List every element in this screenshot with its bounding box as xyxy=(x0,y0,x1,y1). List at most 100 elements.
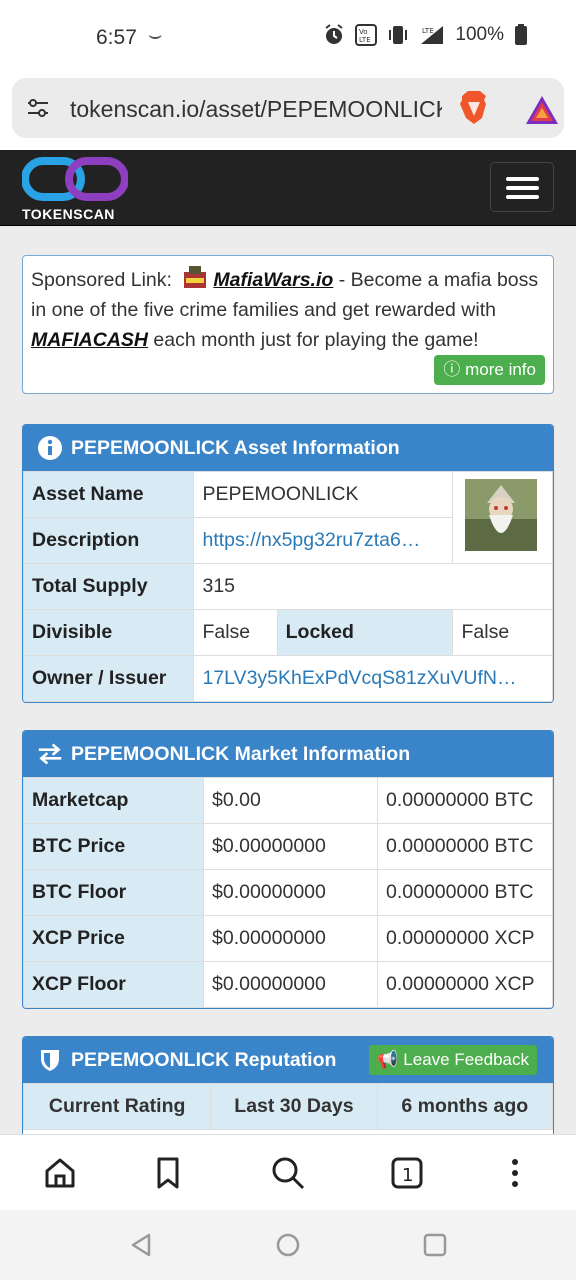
table-row: Divisible False Locked False xyxy=(23,609,553,656)
asset-name-label: Asset Name xyxy=(23,471,195,518)
btc-floor-label: BTC Floor xyxy=(23,869,204,916)
xcp-price-native: 0.00000000 XCP xyxy=(377,915,553,962)
sponsored-link-box: Sponsored Link: MafiaWars.io - Become a … xyxy=(22,255,554,394)
reputation-header: PEPEMOONLICK Reputation 📢 Leave Feedback xyxy=(23,1037,553,1083)
exchange-arrows-icon xyxy=(38,743,62,765)
table-row: Total Supply 315 xyxy=(23,563,553,610)
battery-percent: 100% xyxy=(455,24,504,45)
six-months-ago-header: 6 months ago xyxy=(376,1083,553,1130)
table-row: Current Rating Last 30 Days 6 months ago xyxy=(23,1083,553,1130)
asset-thumbnail[interactable] xyxy=(465,478,538,551)
vibrate-icon xyxy=(389,26,408,44)
back-icon[interactable] xyxy=(128,1232,154,1258)
url-text[interactable]: tokenscan.io/asset/PEPEMOONLICK xyxy=(70,96,442,123)
market-info-title: PEPEMOONLICK Market Information xyxy=(71,742,411,765)
asset-name-value: PEPEMOONLICK xyxy=(193,471,454,518)
market-info-panel: PEPEMOONLICK Market Information Marketca… xyxy=(22,730,554,1009)
xcp-floor-usd: $0.00000000 xyxy=(203,961,378,1008)
more-options-icon[interactable] xyxy=(497,1155,533,1191)
asset-image-cell xyxy=(452,471,553,564)
table-row: XCP Floor $0.00000000 0.00000000 XCP xyxy=(23,961,553,1008)
bookmark-icon[interactable] xyxy=(150,1155,186,1191)
leave-feedback-button[interactable]: 📢 Leave Feedback xyxy=(369,1045,537,1075)
address-bar[interactable]: tokenscan.io/asset/PEPEMOONLICK xyxy=(12,78,564,138)
svg-text:LTE: LTE xyxy=(359,36,371,44)
owner-label: Owner / Issuer xyxy=(23,655,195,702)
brave-rewards-icon[interactable] xyxy=(524,94,560,126)
table-row: XCP Price $0.00000000 0.00000000 XCP xyxy=(23,915,553,962)
menu-bar-icon xyxy=(506,195,539,199)
mafiawars-link[interactable]: MafiaWars.io xyxy=(213,269,333,291)
brand-name: TOKENSCAN xyxy=(22,206,115,222)
menu-bar-icon xyxy=(506,177,539,181)
xcp-floor-label: XCP Floor xyxy=(23,961,204,1008)
brave-shields-icon[interactable] xyxy=(456,90,492,128)
alarm-icon xyxy=(325,24,343,44)
wave-icon: ⌣ xyxy=(148,22,163,47)
asset-info-header: PEPEMOONLICK Asset Information xyxy=(23,425,553,471)
shield-icon xyxy=(41,1050,59,1071)
last-30-days-header: Last 30 Days xyxy=(210,1083,378,1130)
marketcap-label: Marketcap xyxy=(23,777,204,824)
info-circle-icon xyxy=(38,436,62,460)
xcp-floor-native: 0.00000000 XCP xyxy=(377,961,553,1008)
menu-button[interactable] xyxy=(490,162,554,212)
tokenscan-logo[interactable]: TOKENSCAN xyxy=(21,156,132,222)
lte-signal-icon: LTE xyxy=(421,26,444,44)
search-icon[interactable] xyxy=(270,1155,306,1191)
reputation-table: Current Rating Last 30 Days 6 months ago xyxy=(23,1083,553,1130)
total-supply-value: 315 xyxy=(193,563,553,610)
leave-feedback-label: Leave Feedback xyxy=(403,1050,529,1069)
site-settings-icon[interactable] xyxy=(26,96,50,120)
home-icon[interactable] xyxy=(42,1155,78,1191)
table-row: BTC Floor $0.00000000 0.00000000 BTC xyxy=(23,869,553,916)
table-row: Asset Name PEPEMOONLICK xyxy=(23,471,553,564)
table-row: Marketcap $0.00 0.00000000 BTC xyxy=(23,777,553,824)
market-info-header: PEPEMOONLICK Market Information xyxy=(23,731,553,777)
description-link[interactable]: https://nx5pg32ru7zta6… xyxy=(193,517,454,564)
table-row: Owner / Issuer 17LV3y5KhExPdVcqS81zXuVUf… xyxy=(23,655,553,702)
browser-toolbar: tokenscan.io/asset/PEPEMOONLICK xyxy=(0,74,576,150)
status-icons: Vo LTE LTE 100% xyxy=(323,24,528,46)
status-bar: 6:57 ⌣ Vo LTE LTE 100% xyxy=(0,0,576,74)
svg-text:Vo: Vo xyxy=(359,28,368,36)
owner-address-link[interactable]: 17LV3y5KhExPdVcqS81zXuVUfN… xyxy=(193,655,553,702)
menu-bar-icon xyxy=(506,186,539,190)
svg-text:LTE: LTE xyxy=(422,27,434,35)
marketcap-btc: 0.00000000 BTC xyxy=(377,777,553,824)
recents-icon[interactable] xyxy=(422,1232,448,1258)
market-info-table: Marketcap $0.00 0.00000000 BTC BTC Price… xyxy=(23,777,553,1008)
mafiacash-link[interactable]: MAFIACASH xyxy=(31,329,148,351)
info-icon: ⓘ xyxy=(443,360,461,379)
reputation-panel: PEPEMOONLICK Reputation 📢 Leave Feedback… xyxy=(22,1036,554,1146)
table-row: BTC Price $0.00000000 0.00000000 BTC xyxy=(23,823,553,870)
btc-floor-native: 0.00000000 BTC xyxy=(377,869,553,916)
status-time: 6:57 xyxy=(96,26,137,49)
more-info-button[interactable]: ⓘ more info xyxy=(434,355,545,385)
xcp-price-label: XCP Price xyxy=(23,915,204,962)
current-rating-header: Current Rating xyxy=(23,1083,212,1130)
asset-info-title: PEPEMOONLICK Asset Information xyxy=(71,436,400,459)
sponsor-text-2: each month just for playing the game! xyxy=(148,329,479,351)
btc-price-native: 0.00000000 BTC xyxy=(377,823,553,870)
mafia-game-icon xyxy=(184,266,207,288)
btc-price-usd: $0.00000000 xyxy=(203,823,378,870)
tabs-icon[interactable]: 1 xyxy=(389,1155,425,1191)
more-info-label: more info xyxy=(465,360,536,379)
home-circle-icon[interactable] xyxy=(275,1232,301,1258)
volte-icon: VoLTE xyxy=(355,24,378,46)
svg-text:1: 1 xyxy=(402,1165,413,1186)
btc-price-label: BTC Price xyxy=(23,823,204,870)
asset-info-panel: PEPEMOONLICK Asset Information Asset Nam… xyxy=(22,424,554,703)
reputation-title: PEPEMOONLICK Reputation xyxy=(71,1048,337,1071)
total-supply-label: Total Supply xyxy=(23,563,195,610)
asset-info-table: Asset Name PEPEMOONLICK Description http… xyxy=(23,471,553,702)
xcp-price-usd: $0.00000000 xyxy=(203,915,378,962)
marketcap-usd: $0.00 xyxy=(203,777,378,824)
locked-value: False xyxy=(452,609,553,656)
description-label: Description xyxy=(23,517,195,564)
battery-icon xyxy=(515,24,527,45)
divisible-value: False xyxy=(193,609,278,656)
sponsor-prefix: Sponsored Link: xyxy=(31,269,172,291)
locked-label: Locked xyxy=(276,609,454,656)
